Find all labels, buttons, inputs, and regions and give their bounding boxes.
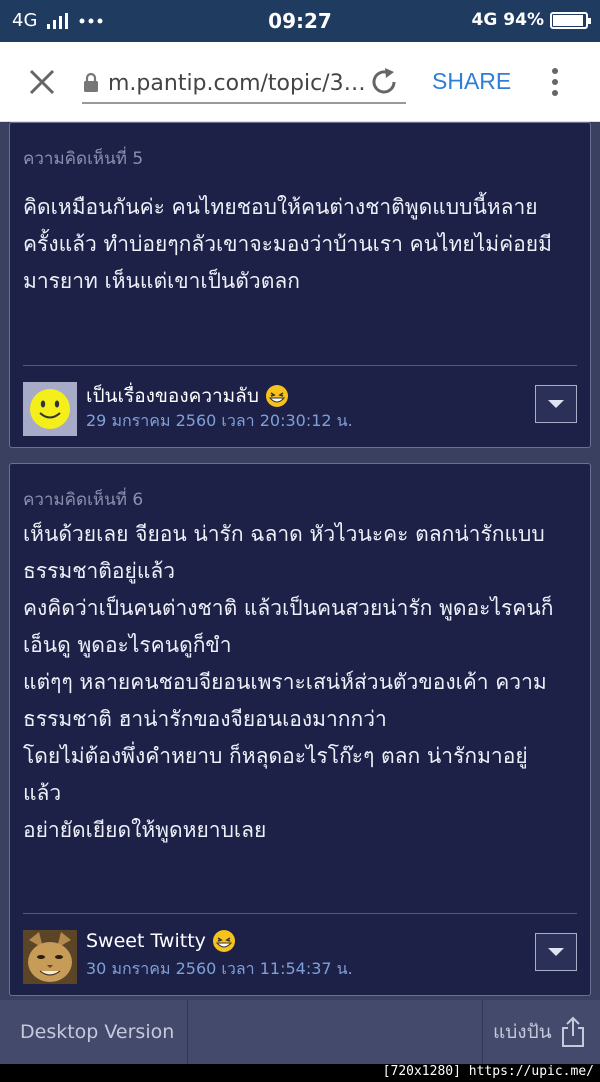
comment-number: ความคิดเห็นที่ 6 bbox=[23, 490, 144, 510]
url-bar[interactable]: m.pantip.com/topic/3… bbox=[82, 64, 406, 104]
comment-card: ความคิดเห็นที่ 5 คิดเหมือนกันค่ะ คนไทยชอ… bbox=[9, 122, 591, 448]
avatar[interactable] bbox=[23, 382, 77, 436]
desktop-version-link[interactable]: Desktop Version bbox=[0, 1000, 188, 1064]
laughing-emoji-icon bbox=[265, 385, 288, 407]
comment-card: ความคิดเห็นที่ 6 เห็นด้วยเลย จียอน น่ารั… bbox=[9, 463, 591, 996]
footer-strip: [720x1280] https://upic.me/ bbox=[0, 1064, 600, 1082]
chevron-down-icon bbox=[548, 400, 564, 408]
watermark: [720x1280] https://upic.me/ bbox=[382, 1064, 594, 1079]
comment-menu-button[interactable] bbox=[535, 933, 577, 971]
share-icon bbox=[561, 1016, 584, 1047]
battery-icon bbox=[550, 11, 591, 29]
share-page-label: แบ่งปัน bbox=[493, 1021, 552, 1043]
author-label: เป็นเรื่องของความลับ bbox=[86, 385, 259, 407]
status-right: 4G 94% bbox=[471, 10, 591, 30]
comment-timestamp: 29 มกราคม 2560 เวลา 20:30:12 น. bbox=[86, 411, 353, 430]
more-vert-icon[interactable] bbox=[548, 66, 562, 98]
status-bar: 4G 09:27 4G 94% bbox=[0, 0, 600, 42]
smiley-face-avatar-icon bbox=[23, 382, 77, 436]
comment-body: เห็นด้วยเลย จียอน น่ารัก ฉลาด หัวไวนะคะ … bbox=[23, 522, 554, 842]
battery-percent: 94% bbox=[503, 10, 544, 30]
comment-timestamp: 30 มกราคม 2560 เวลา 11:54:37 น. bbox=[86, 959, 353, 978]
divider bbox=[23, 365, 577, 366]
comment-body: คิดเหมือนกันค่ะ คนไทยชอบให้คนต่างชาติพูด… bbox=[23, 195, 552, 293]
cat-avatar-icon bbox=[23, 930, 77, 984]
lock-icon bbox=[84, 72, 98, 92]
share-page-button[interactable]: แบ่งปัน bbox=[482, 1000, 600, 1064]
author-label: Sweet Twitty bbox=[86, 930, 206, 952]
share-button[interactable]: SHARE bbox=[432, 68, 511, 95]
author-name[interactable]: Sweet Twitty bbox=[86, 929, 236, 953]
comment-list: ความคิดเห็นที่ 5 คิดเหมือนกันค่ะ คนไทยชอ… bbox=[0, 122, 600, 1000]
reload-icon[interactable] bbox=[368, 66, 400, 98]
laughing-emoji-icon bbox=[212, 930, 235, 952]
close-icon[interactable] bbox=[26, 66, 58, 98]
chevron-down-icon bbox=[548, 948, 564, 956]
bottom-bar: Desktop Version แบ่งปัน bbox=[0, 1000, 600, 1064]
network-label-right: 4G bbox=[471, 10, 498, 30]
comment-menu-button[interactable] bbox=[535, 385, 577, 423]
divider bbox=[23, 913, 577, 914]
url-text: m.pantip.com/topic/3… bbox=[108, 70, 366, 96]
browser-toolbar: m.pantip.com/topic/3… SHARE bbox=[0, 42, 600, 122]
author-name[interactable]: เป็นเรื่องของความลับ bbox=[86, 381, 289, 411]
comment-number: ความคิดเห็นที่ 5 bbox=[23, 149, 144, 169]
avatar[interactable] bbox=[23, 930, 77, 984]
